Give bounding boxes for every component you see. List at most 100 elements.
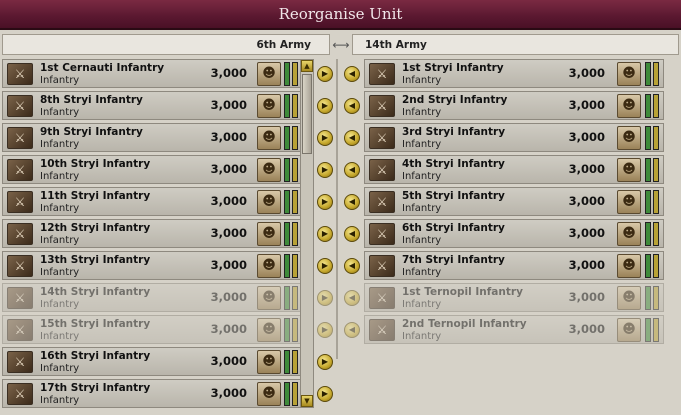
unit-row[interactable]: ⚔ 15th Stryi Infantry Infantry 3,000 ☻	[2, 315, 304, 344]
strength-bar	[645, 62, 651, 86]
move-to-right-army-button[interactable]: ▶	[317, 98, 333, 114]
move-to-left-army-button[interactable]: ◀	[344, 322, 360, 338]
unit-row[interactable]: ⚔ 14th Stryi Infantry Infantry 3,000 ☻	[2, 283, 304, 312]
infantry-unit-icon: ⚔	[369, 287, 395, 309]
unit-type: Infantry	[402, 203, 442, 214]
unit-type: Infantry	[402, 267, 442, 278]
left-army-header: 6th Army	[2, 34, 330, 55]
commander-portrait-icon: ☻	[617, 254, 641, 278]
move-to-right-army-button[interactable]: ▶	[317, 258, 333, 274]
strength-bar	[284, 94, 290, 118]
strength-bar	[284, 286, 290, 310]
move-to-left-army-button[interactable]: ◀	[344, 130, 360, 146]
strength-bar	[645, 318, 651, 342]
move-to-right-army-button[interactable]: ▶	[317, 162, 333, 178]
infantry-unit-icon: ⚔	[7, 287, 33, 309]
unit-row[interactable]: ⚔ 5th Stryi Infantry Infantry 3,000 ☻	[364, 187, 664, 216]
unit-row[interactable]: ⚔ 7th Stryi Infantry Infantry 3,000 ☻	[364, 251, 664, 280]
move-to-right-army-button[interactable]: ▶	[317, 130, 333, 146]
unit-row[interactable]: ⚔ 10th Stryi Infantry Infantry 3,000 ☻	[2, 155, 304, 184]
move-to-right-army-button[interactable]: ▶	[317, 322, 333, 338]
unit-row[interactable]: ⚔ 1st Cernauti Infantry Infantry 3,000 ☻	[2, 59, 304, 88]
unit-row[interactable]: ⚔ 8th Stryi Infantry Infantry 3,000 ☻	[2, 91, 304, 120]
strength-bar	[645, 190, 651, 214]
unit-row[interactable]: ⚔ 1st Stryi Infantry Infantry 3,000 ☻	[364, 59, 664, 88]
unit-row[interactable]: ⚔ 2nd Ternopil Infantry Infantry 3,000 ☻	[364, 315, 664, 344]
unit-row[interactable]: ⚔ 9th Stryi Infantry Infantry 3,000 ☻	[2, 123, 304, 152]
scroll-up-button[interactable]: ▲	[301, 60, 313, 72]
strength-bar	[284, 350, 290, 374]
infantry-unit-icon: ⚔	[7, 351, 33, 373]
commander-portrait-icon: ☻	[257, 382, 281, 406]
infantry-unit-icon: ⚔	[369, 223, 395, 245]
unit-row[interactable]: ⚔ 3rd Stryi Infantry Infantry 3,000 ☻	[364, 123, 664, 152]
move-to-left-army-button[interactable]: ◀	[344, 258, 360, 274]
commander-portrait-icon: ☻	[617, 62, 641, 86]
strength-organisation-bars	[284, 382, 298, 406]
unit-name: 1st Ternopil Infantry	[402, 286, 523, 298]
unit-strength: 3,000	[568, 290, 605, 304]
unit-strength: 3,000	[568, 66, 605, 80]
infantry-unit-icon: ⚔	[369, 191, 395, 213]
infantry-unit-icon: ⚔	[369, 127, 395, 149]
move-to-right-army-button[interactable]: ▶	[317, 386, 333, 402]
move-to-left-army-button[interactable]: ◀	[344, 226, 360, 242]
organisation-bar	[653, 62, 659, 86]
strength-organisation-bars	[645, 254, 659, 278]
strength-organisation-bars	[284, 222, 298, 246]
strength-organisation-bars	[645, 62, 659, 86]
strength-bar	[284, 382, 290, 406]
unit-row[interactable]: ⚔ 6th Stryi Infantry Infantry 3,000 ☻	[364, 219, 664, 248]
move-to-right-army-button[interactable]: ▶	[317, 354, 333, 370]
move-to-left-army-button[interactable]: ◀	[344, 98, 360, 114]
move-to-right-army-button[interactable]: ▶	[317, 194, 333, 210]
infantry-unit-icon: ⚔	[369, 255, 395, 277]
unit-row[interactable]: ⚔ 13th Stryi Infantry Infantry 3,000 ☻	[2, 251, 304, 280]
strength-bar	[645, 158, 651, 182]
unit-type: Infantry	[40, 363, 80, 374]
unit-row[interactable]: ⚔ 1st Ternopil Infantry Infantry 3,000 ☻	[364, 283, 664, 312]
unit-strength: 3,000	[568, 322, 605, 336]
move-to-left-army-button[interactable]: ◀	[344, 194, 360, 210]
strength-organisation-bars	[645, 286, 659, 310]
right-unit-list: ⚔ 1st Stryi Infantry Infantry 3,000 ☻ ⚔ 2nd St…	[364, 59, 664, 349]
unit-name: 13th Stryi Infantry	[40, 254, 151, 266]
unit-row[interactable]: ⚔ 12th Stryi Infantry Infantry 3,000 ☻	[2, 219, 304, 248]
swap-armies-icon[interactable]: ⟷	[331, 38, 351, 52]
unit-type: Infantry	[40, 331, 80, 342]
unit-name: 16th Stryi Infantry	[40, 350, 151, 362]
unit-type: Infantry	[40, 235, 80, 246]
commander-portrait-icon: ☻	[257, 190, 281, 214]
unit-name: 1st Stryi Infantry	[402, 62, 504, 74]
unit-name: 2nd Stryi Infantry	[402, 94, 508, 106]
unit-row[interactable]: ⚔ 17th Stryi Infantry Infantry 3,000 ☻	[2, 379, 304, 408]
move-to-left-army-button[interactable]: ◀	[344, 162, 360, 178]
strength-bar	[284, 126, 290, 150]
scroll-down-button[interactable]: ▼	[301, 395, 313, 407]
strength-organisation-bars	[645, 318, 659, 342]
left-list-scrollbar[interactable]: ▲ ▼	[300, 59, 314, 408]
organisation-bar	[653, 158, 659, 182]
unit-strength: 3,000	[568, 130, 605, 144]
strength-organisation-bars	[645, 126, 659, 150]
move-to-right-army-button[interactable]: ▶	[317, 226, 333, 242]
move-to-left-army-button[interactable]: ◀	[344, 290, 360, 306]
unit-row[interactable]: ⚔ 2nd Stryi Infantry Infantry 3,000 ☻	[364, 91, 664, 120]
infantry-unit-icon: ⚔	[7, 159, 33, 181]
unit-strength: 3,000	[568, 258, 605, 272]
infantry-unit-icon: ⚔	[7, 191, 33, 213]
unit-type: Infantry	[402, 107, 442, 118]
unit-row[interactable]: ⚔ 16th Stryi Infantry Infantry 3,000 ☻	[2, 347, 304, 376]
organisation-bar	[292, 350, 298, 374]
move-to-right-army-button[interactable]: ▶	[317, 66, 333, 82]
organisation-bar	[292, 222, 298, 246]
unit-row[interactable]: ⚔ 4th Stryi Infantry Infantry 3,000 ☻	[364, 155, 664, 184]
unit-name: 9th Stryi Infantry	[40, 126, 143, 138]
unit-name: 4th Stryi Infantry	[402, 158, 505, 170]
move-to-right-army-button[interactable]: ▶	[317, 290, 333, 306]
scroll-thumb[interactable]	[302, 74, 312, 154]
move-to-left-army-button[interactable]: ◀	[344, 66, 360, 82]
organisation-bar	[653, 94, 659, 118]
window-title: Reorganise Unit	[278, 5, 403, 23]
unit-row[interactable]: ⚔ 11th Stryi Infantry Infantry 3,000 ☻	[2, 187, 304, 216]
